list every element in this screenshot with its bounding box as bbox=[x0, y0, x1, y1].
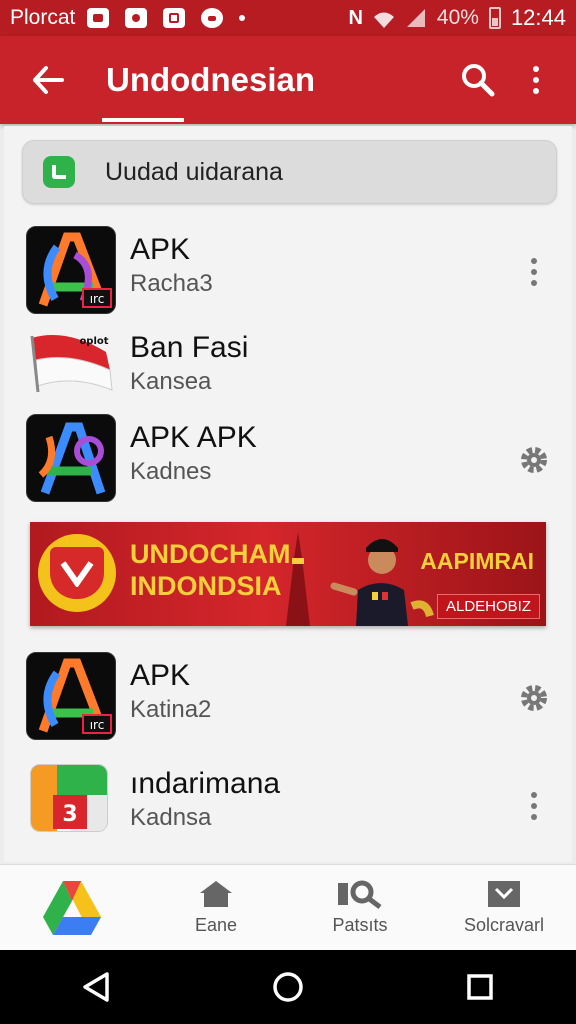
flag-label: oplot bbox=[79, 336, 108, 347]
item-subtitle: Racha3 bbox=[130, 270, 213, 297]
nav-item-inbox[interactable]: Solcravarl bbox=[432, 865, 576, 950]
brand-logo-icon bbox=[38, 534, 116, 612]
nav-item-home[interactable]: Eane bbox=[144, 865, 288, 950]
apk-app-icon: ırc bbox=[26, 226, 116, 314]
item-more-icon[interactable] bbox=[514, 786, 554, 826]
item-name: Ban Fasi bbox=[130, 331, 249, 364]
status-bar: Plorcat N 40% 12:44 bbox=[0, 0, 576, 36]
system-navigation-bar bbox=[0, 950, 576, 1024]
more-notifications-icon bbox=[239, 15, 246, 21]
promo-banner[interactable]: UNDOCHAM INDONDSIA AAPIMRAI ALDEHOBIZ bbox=[30, 522, 546, 626]
chat-app-icon bbox=[43, 156, 75, 188]
home-circle-icon[interactable] bbox=[268, 967, 308, 1007]
multicolor-app-icon: 3 bbox=[30, 764, 108, 832]
apk-app-icon bbox=[26, 414, 116, 502]
battery-percent: 40% bbox=[436, 6, 479, 29]
search-icon[interactable] bbox=[454, 56, 502, 104]
home-icon bbox=[200, 881, 232, 907]
record-notification-icon bbox=[125, 8, 148, 28]
square-notification-icon bbox=[163, 8, 186, 28]
battery-icon bbox=[488, 7, 501, 29]
indonesia-flag-icon: oplot bbox=[26, 324, 116, 412]
recents-square-icon[interactable] bbox=[460, 967, 500, 1007]
list-item[interactable]: oplot Ban Fasi Kansea bbox=[4, 324, 572, 414]
nav-label: Solcravarl bbox=[463, 915, 545, 935]
search-field[interactable]: Uudad uidarana bbox=[22, 140, 557, 204]
item-subtitle: Kansea bbox=[130, 368, 212, 395]
app-list-panel: Uudad uidarana ırc APK Racha3 oplot Ban … bbox=[4, 126, 572, 862]
search-field-text: Uudad uidarana bbox=[105, 157, 283, 186]
list-item[interactable]: ırc APK Racha3 bbox=[4, 226, 572, 316]
inbox-icon bbox=[488, 881, 520, 907]
search-tools-icon bbox=[338, 880, 382, 909]
item-gear-icon[interactable] bbox=[514, 440, 554, 480]
mail-notification-icon bbox=[87, 8, 110, 28]
clock: 12:44 bbox=[510, 5, 566, 30]
officer-figure-icon bbox=[330, 539, 434, 626]
icon-badge-text: ırc bbox=[90, 292, 105, 306]
item-subtitle: Kadnsa bbox=[130, 804, 212, 831]
nav-item-search-tools[interactable]: Patsıts bbox=[288, 865, 432, 950]
nav-label: Patsıts bbox=[332, 915, 388, 935]
nfc-icon: N bbox=[348, 6, 363, 29]
monument-icon bbox=[286, 532, 310, 626]
banner-headline: UNDOCHAM INDONDSIA bbox=[130, 538, 290, 602]
item-name: APK bbox=[130, 233, 191, 266]
banner-line-2: INDONDSIA bbox=[130, 571, 282, 601]
list-item[interactable]: ırc APK Katina2 bbox=[4, 652, 572, 742]
back-triangle-icon[interactable] bbox=[76, 967, 116, 1007]
carrier-label: Plorcat bbox=[10, 6, 76, 29]
page-title: Undodnesian bbox=[101, 36, 315, 124]
list-item[interactable]: 3 ındarimana Kadnsa bbox=[4, 760, 572, 850]
app-bar: Undodnesian bbox=[0, 36, 576, 124]
bottom-navigation: Eane Patsıts Solcravarl bbox=[0, 864, 576, 950]
banner-button[interactable]: ALDEHOBIZ bbox=[436, 594, 540, 619]
banner-line-1: UNDOCHAM bbox=[130, 539, 291, 569]
item-subtitle: Kadnes bbox=[130, 458, 212, 485]
item-name: APK bbox=[130, 659, 191, 692]
item-name: APK APK bbox=[130, 421, 257, 454]
drive-logo-icon bbox=[43, 880, 101, 935]
apk-app-icon: ırc bbox=[26, 652, 116, 740]
back-arrow-icon[interactable] bbox=[24, 56, 72, 104]
wifi-icon bbox=[373, 9, 395, 28]
item-name: ındarimana bbox=[130, 767, 281, 800]
android-notification-icon bbox=[201, 8, 224, 28]
overflow-menu-icon[interactable] bbox=[516, 56, 556, 104]
list-item[interactable]: APK APK Kadnes bbox=[4, 414, 572, 504]
item-gear-icon[interactable] bbox=[514, 678, 554, 718]
item-more-icon[interactable] bbox=[514, 252, 554, 292]
signal-icon bbox=[405, 8, 427, 28]
nav-label: Eane bbox=[194, 915, 238, 935]
app-screen: Plorcat N 40% 12:44 Undodnesian Uudad ui… bbox=[0, 0, 576, 1024]
icon-badge-text: ırc bbox=[90, 718, 105, 732]
nav-item-drive[interactable] bbox=[0, 865, 144, 950]
banner-right-text: AAPIMRAI bbox=[420, 548, 534, 574]
icon-number: 3 bbox=[62, 802, 77, 827]
item-subtitle: Katina2 bbox=[130, 696, 212, 723]
